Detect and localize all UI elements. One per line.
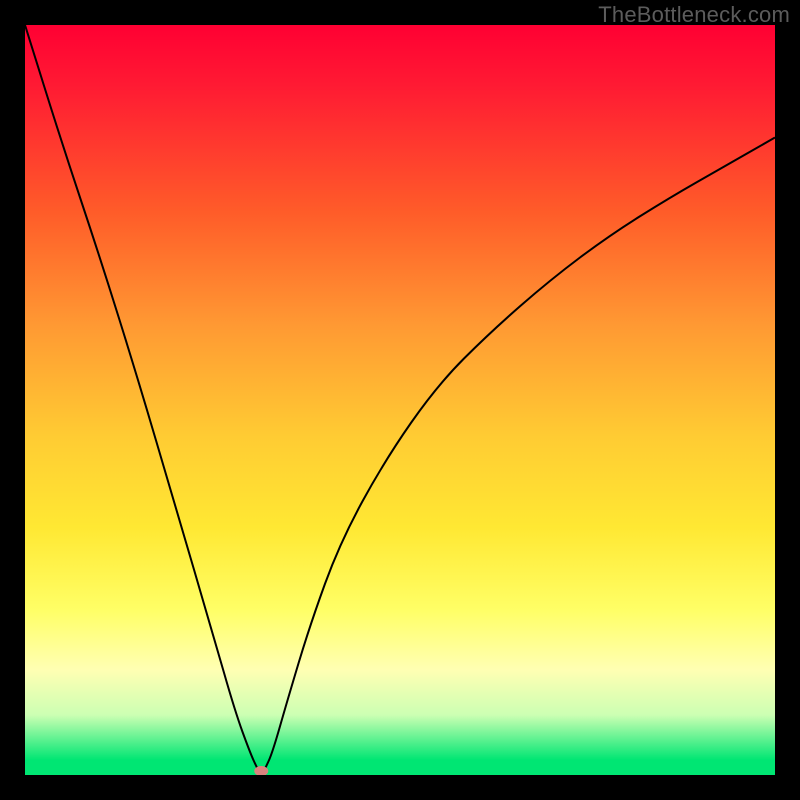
bottleneck-curve [25,25,775,774]
plot-area [25,25,775,775]
chart-frame: TheBottleneck.com [0,0,800,800]
watermark-label: TheBottleneck.com [598,2,790,28]
chart-svg [25,25,775,775]
